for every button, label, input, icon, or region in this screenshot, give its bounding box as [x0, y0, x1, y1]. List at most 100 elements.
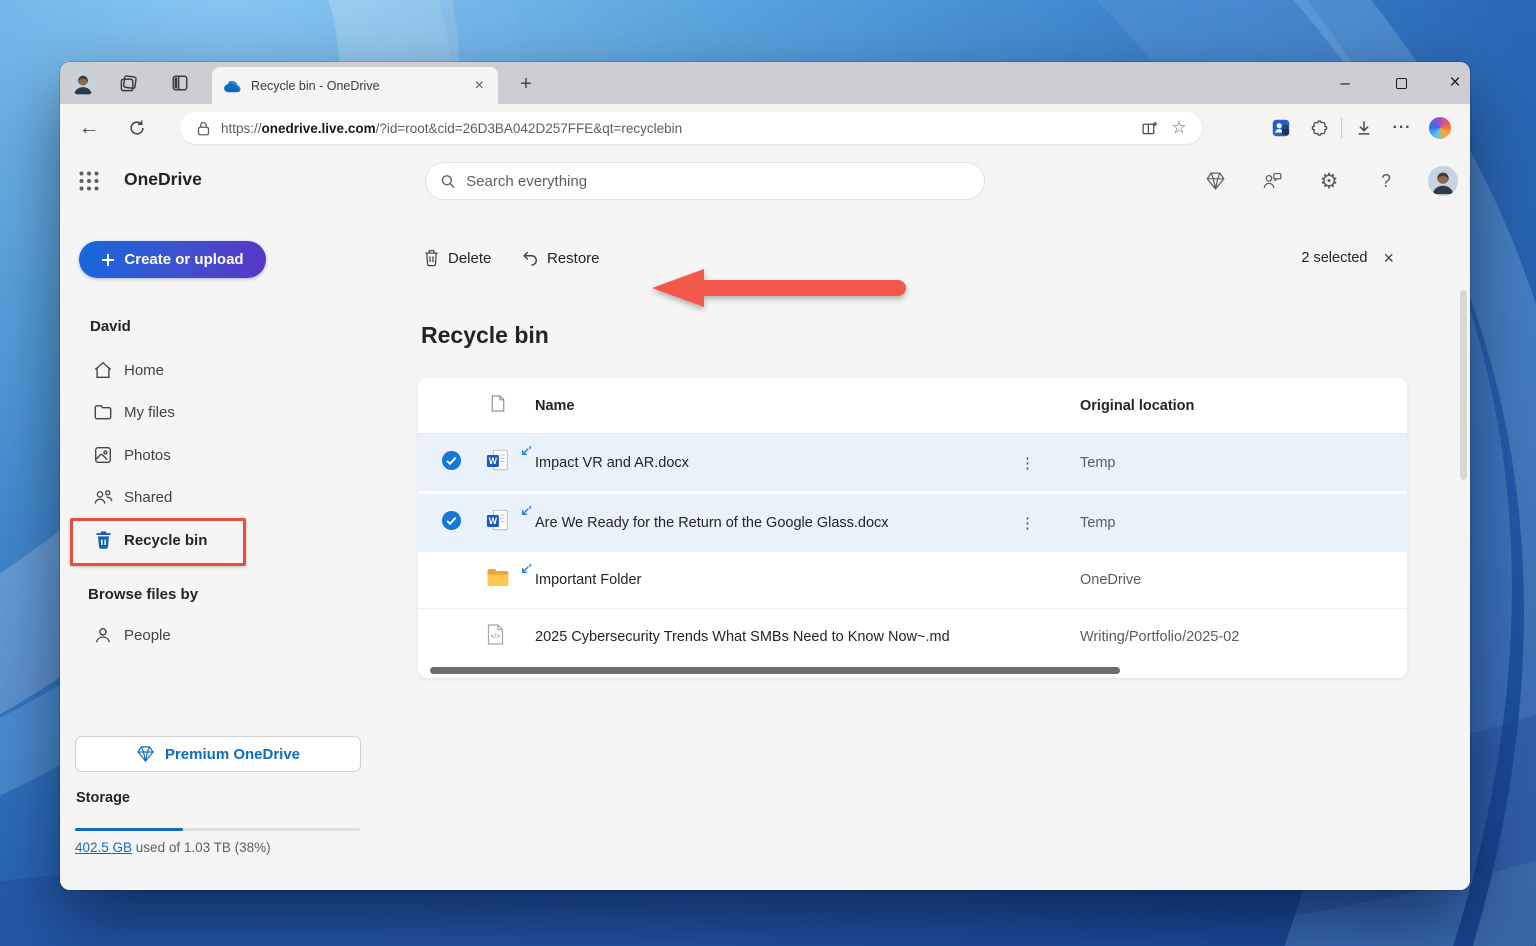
tab-actions-icon[interactable] — [168, 71, 192, 95]
moved-item-marker-icon — [519, 563, 532, 581]
create-or-upload-button[interactable]: Create or upload — [79, 241, 266, 278]
row-more-options-icon[interactable]: ⋮ — [1020, 514, 1035, 532]
sidebar-item-label: Home — [124, 362, 164, 379]
toolbar-right-icons: ··· — [1265, 112, 1456, 144]
url-text: https://onedrive.live.com/?id=root&cid=2… — [221, 121, 1134, 136]
original-location: Temp — [1080, 455, 1115, 471]
url-scheme: https:// — [221, 121, 262, 136]
restore-button[interactable]: Restore — [521, 240, 600, 276]
workspaces-icon[interactable] — [116, 71, 140, 95]
annotation-rectangle — [70, 518, 246, 566]
sidebar-item-people[interactable]: People — [80, 619, 380, 651]
settings-gear-icon[interactable]: ⚙ — [1314, 166, 1344, 196]
onedrive-cloud-icon — [222, 79, 242, 93]
table-row[interactable]: Important Folder OneDrive — [418, 551, 1407, 608]
premium-onedrive-button[interactable]: Premium OneDrive — [75, 736, 361, 772]
file-name[interactable]: Are We Ready for the Return of the Googl… — [535, 515, 889, 531]
page-title: Recycle bin — [421, 322, 549, 349]
search-box[interactable] — [425, 162, 985, 200]
person-icon — [92, 624, 114, 646]
sidebar-item-home[interactable]: Home — [80, 354, 380, 386]
word-file-icon: W — [486, 449, 510, 477]
file-name[interactable]: 2025 Cybersecurity Trends What SMBs Need… — [535, 629, 950, 645]
folder-yellow-icon — [486, 568, 510, 593]
extensions-icon[interactable] — [1303, 112, 1335, 144]
premium-label: Premium OneDrive — [165, 746, 300, 763]
delete-label: Delete — [448, 250, 491, 267]
file-type-column-icon — [490, 394, 506, 418]
annotation-arrow — [648, 266, 910, 310]
recycle-bin-table: Name Original location W Impact VR and A… — [418, 378, 1407, 678]
selected-count-label: 2 selected — [1301, 250, 1367, 266]
feedback-icon[interactable] — [1257, 166, 1287, 196]
address-bar[interactable]: https://onedrive.live.com/?id=root&cid=2… — [180, 112, 1202, 144]
browser-tab-active[interactable]: Recycle bin - OneDrive × — [212, 67, 498, 104]
refresh-button[interactable] — [120, 111, 154, 145]
row-more-options-icon[interactable]: ⋮ — [1020, 454, 1035, 472]
password-manager-icon[interactable] — [1265, 112, 1297, 144]
tab-title: Recycle bin - OneDrive — [251, 79, 471, 93]
sidebar-item-photos[interactable]: Photos — [80, 439, 380, 471]
url-domain: onedrive.live.com — [262, 121, 376, 136]
onedrive-header: OneDrive ⚙ ? — [60, 152, 1470, 210]
clear-selection-icon[interactable]: × — [1383, 248, 1394, 269]
svg-text:</>: </> — [491, 633, 501, 640]
account-avatar[interactable] — [1428, 166, 1458, 196]
search-icon — [440, 173, 456, 190]
folder-icon — [92, 401, 114, 423]
browser-profile-avatar[interactable] — [70, 70, 96, 96]
sidebar-item-shared[interactable]: Shared — [80, 481, 380, 513]
premium-diamond-icon[interactable] — [1200, 166, 1230, 196]
window-minimize-button[interactable]: – — [1322, 62, 1368, 104]
trash-icon — [423, 249, 440, 267]
user-section-header: David — [90, 318, 131, 335]
vertical-scrollbar[interactable] — [1460, 290, 1467, 480]
sidebar-item-my-files[interactable]: My files — [80, 396, 380, 428]
app-launcher-icon[interactable] — [78, 170, 100, 192]
diamond-icon — [136, 745, 155, 763]
moved-item-marker-icon — [519, 505, 532, 523]
downloads-icon[interactable] — [1348, 112, 1380, 144]
more-menu-icon[interactable]: ··· — [1386, 112, 1418, 144]
browser-toolbar: ← https://onedrive.live.com/?id=root&cid… — [60, 104, 1470, 152]
url-path: /?id=root&cid=26D3BA042D257FFE&qt=recycl… — [376, 121, 683, 136]
file-name[interactable]: Important Folder — [535, 572, 641, 588]
file-name[interactable]: Impact VR and AR.docx — [535, 455, 689, 471]
original-location: OneDrive — [1080, 572, 1141, 588]
markdown-file-icon: </> — [486, 624, 505, 651]
favorites-star-icon[interactable]: ☆ — [1164, 113, 1194, 143]
onedrive-logo-text[interactable]: OneDrive — [124, 169, 202, 190]
table-row[interactable]: W Are We Ready for the Return of the Goo… — [418, 494, 1407, 551]
column-header-name[interactable]: Name — [535, 398, 575, 414]
selected-check-icon[interactable] — [441, 510, 462, 536]
split-screen-icon[interactable] — [1134, 113, 1164, 143]
sidebar-item-label: Shared — [124, 489, 172, 506]
table-row[interactable]: W Impact VR and AR.docx ⋮ Temp — [418, 434, 1407, 494]
restore-undo-icon — [521, 249, 539, 267]
new-tab-button[interactable]: + — [512, 70, 540, 98]
shared-people-icon — [92, 486, 114, 508]
onedrive-page: OneDrive ⚙ ? — [60, 152, 1470, 890]
browser-tabstrip: Recycle bin - OneDrive × + – × — [60, 62, 1470, 104]
storage-progress-fill — [75, 828, 183, 831]
sidebar-item-label: Photos — [124, 447, 171, 464]
delete-button[interactable]: Delete — [423, 240, 491, 276]
svg-text:W: W — [489, 456, 498, 466]
column-header-location[interactable]: Original location — [1080, 398, 1194, 414]
horizontal-scrollbar[interactable] — [430, 667, 1120, 674]
sidebar-item-label: My files — [124, 404, 175, 421]
help-icon[interactable]: ? — [1371, 166, 1401, 196]
copilot-icon[interactable] — [1424, 112, 1456, 144]
table-row[interactable]: </> 2025 Cybersecurity Trends What SMBs … — [418, 608, 1407, 665]
sidebar: Create or upload David Home My files Pho… — [60, 210, 420, 890]
search-input[interactable] — [466, 173, 970, 190]
back-button[interactable]: ← — [72, 111, 106, 145]
main-content: Delete Restore 2 selected × Re — [420, 210, 1470, 890]
window-maximize-button[interactable] — [1378, 62, 1424, 104]
storage-used-link[interactable]: 402.5 GB — [75, 840, 132, 855]
toolbar-divider — [1341, 118, 1342, 138]
selected-check-icon[interactable] — [441, 450, 462, 476]
window-close-button[interactable]: × — [1432, 62, 1470, 104]
svg-text:W: W — [489, 516, 498, 526]
tab-close-icon[interactable]: × — [471, 77, 488, 95]
